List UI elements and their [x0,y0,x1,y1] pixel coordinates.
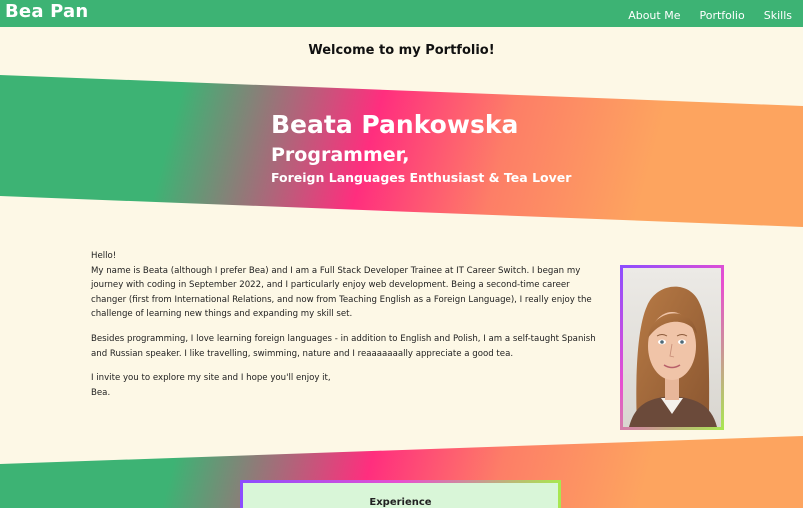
welcome-heading: Welcome to my Portfolio! [308,43,495,58]
navbar: Bea Pan About Me Portfolio Skills [0,0,803,27]
hero-name: Beata Pankowska [271,110,519,139]
about-signature: Bea. [91,387,111,398]
about-me-section: Hello! My name is Beata (although I pref… [91,249,596,410]
about-greeting: Hello! [91,251,117,261]
experience-card: Experience [240,480,561,508]
about-paragraph-1: My name is Beata (although I prefer Bea)… [91,265,592,320]
about-closing-line: I invite you to explore my site and I ho… [91,373,331,384]
about-paragraph-2: Besides programming, I love learning for… [91,333,596,359]
nav-links: About Me Portfolio Skills [628,9,792,22]
brand-logo[interactable]: Bea Pan [5,1,88,22]
hero-interests: Foreign Languages Enthusiast & Tea Lover [271,170,572,185]
experience-title: Experience [369,497,432,508]
about-paragraph-3: I invite you to explore my site and I ho… [91,371,596,400]
profile-photo [623,268,721,427]
nav-link-about-me[interactable]: About Me [628,9,680,22]
nav-link-skills[interactable]: Skills [764,9,792,22]
profile-photo-frame [620,265,724,430]
hero-role: Programmer, [271,144,410,166]
nav-link-portfolio[interactable]: Portfolio [699,9,744,22]
